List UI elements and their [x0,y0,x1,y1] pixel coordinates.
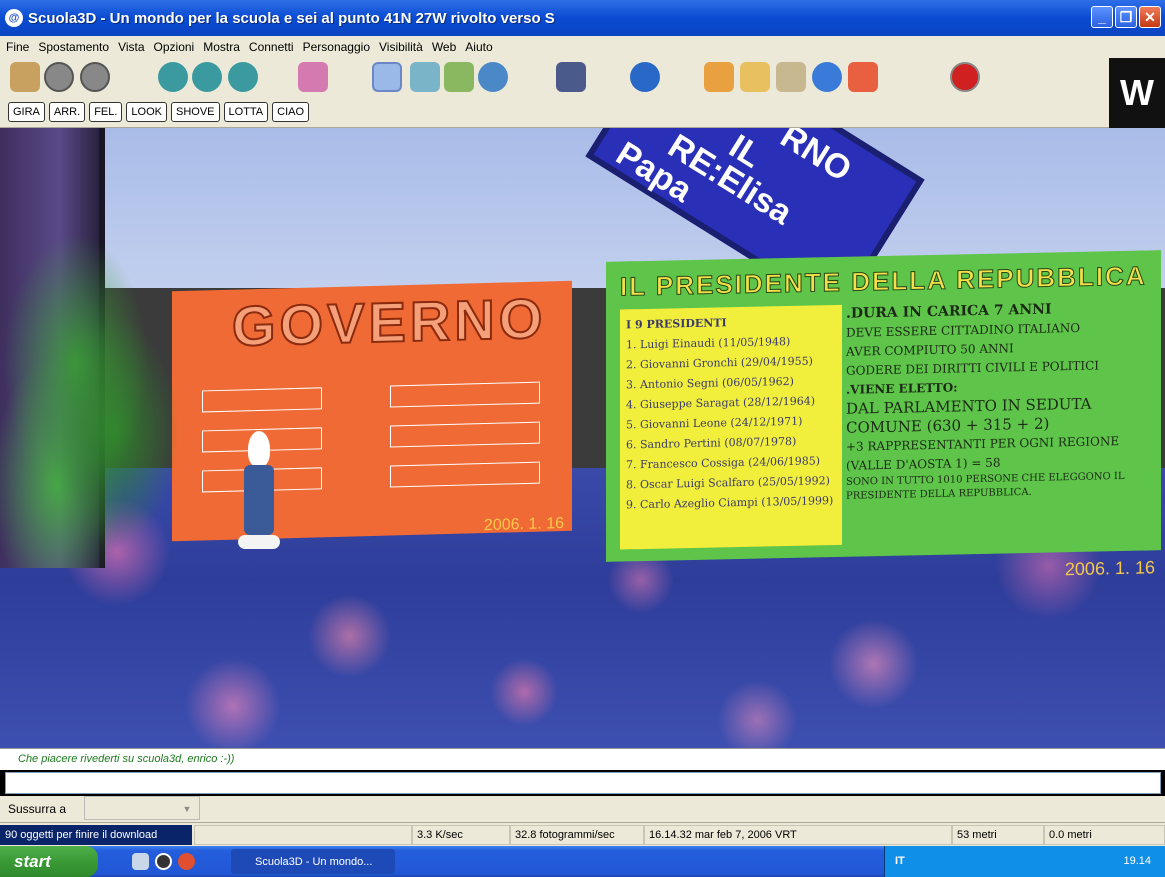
minimize-button[interactable]: _ [1091,6,1113,28]
help-icon[interactable] [848,62,878,92]
people-icon[interactable] [444,62,474,92]
avatar-head [248,431,270,467]
task-label: Scuola3D - Un mondo... [255,855,373,868]
download-status: 90 oggetti per finire il download [0,825,192,845]
clock: 19.14 [1123,855,1151,867]
taskbar: start Scuola3D - Un mondo... IT 19.14 [0,846,1165,877]
language-indicator[interactable]: IT [895,855,905,867]
task-scuola3d[interactable]: Scuola3D - Un mondo... [231,849,395,874]
diagram-box [390,461,540,488]
rabbit-avatar[interactable] [238,431,280,551]
datetime: 16.14.32 mar feb 7, 2006 VRT [644,825,952,845]
eye-icon[interactable] [158,62,188,92]
distance: 53 metri [952,825,1044,845]
altitude: 0.0 metri [1044,825,1165,845]
poster-title: IL PRESIDENTE DELLA REPUBBLICA [620,260,1148,302]
start-button[interactable]: start [0,846,98,877]
avatar-feet [238,535,280,549]
fps: 32.8 fotogrammi/sec [510,825,644,845]
menu-opzioni[interactable]: Opzioni [154,40,195,54]
forward-icon[interactable] [80,62,110,92]
arr-button[interactable]: ARR. [48,102,86,122]
chat-message: Che piacere rivederti su scuola3d, enric… [0,748,1165,770]
presidente-poster: IL PRESIDENTE DELLA REPUBBLICA I 9 PRESI… [606,250,1161,579]
menu-personaggio[interactable]: Personaggio [303,40,370,54]
poster-date: 2006. 1. 16 [483,514,564,535]
window-title: Scuola3D - Un mondo per la scuola e sei … [28,9,555,27]
diagram-box [390,421,540,448]
menu-bar: Fine Spostamento Vista Opzioni Mostra Co… [0,36,1165,58]
status-bar: 90 oggetti per finire il download 3.3 K/… [0,822,1165,846]
start-label: start [14,851,51,871]
poster-date: 2006. 1. 16 [1064,557,1155,580]
mail-icon[interactable] [740,62,770,92]
tools-icon[interactable] [704,62,734,92]
fel-button[interactable]: FEL. [89,102,123,122]
eye2-icon[interactable] [192,62,222,92]
home-icon[interactable] [10,62,40,92]
menu-fine[interactable]: Fine [6,40,29,54]
governo-poster: GOVERNO 2006. 1. 16 [172,280,572,542]
map-icon[interactable] [776,62,806,92]
look-button[interactable]: LOOK [126,102,167,122]
menu-vista[interactable]: Vista [118,40,144,54]
avatar-icon[interactable] [298,62,328,92]
title-bar: @ Scuola3D - Un mondo per la scuola e se… [0,0,1165,36]
toolbar: W GIRA ARR. FEL. LOOK SHOVE LOTTA CIAO [0,58,1165,128]
menu-mostra[interactable]: Mostra [203,40,240,54]
menu-web[interactable]: Web [432,40,456,54]
sign-line: RNO [773,128,859,190]
3d-world-icon: @ [5,9,23,27]
desktop-icon[interactable] [132,853,149,870]
avatar-body [244,465,274,535]
3d-viewport[interactable]: RNO IL RE:Elisa Papa GOVERNO 2006. 1. 16… [0,128,1165,748]
diagram-box [202,387,322,413]
chat-input[interactable] [5,772,1161,794]
app-icon[interactable] [155,853,172,870]
eye3-icon[interactable] [228,62,258,92]
person-icon[interactable] [372,62,402,92]
chevron-down-icon[interactable]: ▼ [179,801,195,817]
pin-icon[interactable] [410,62,440,92]
browser-icon[interactable] [630,62,660,92]
menu-visibilita[interactable]: Visibilità [379,40,423,54]
stop-icon[interactable] [950,62,980,92]
plant [0,228,190,568]
president-info: .DURA IN CARICA 7 ANNI DEVE ESSERE CITTA… [846,298,1156,503]
users-icon[interactable] [478,62,508,92]
info-line: SONO IN TUTTO 1010 PERSONE CHE ELEGGONO … [846,470,1125,502]
status-cell-empty [194,825,412,845]
menu-connetti[interactable]: Connetti [249,40,294,54]
diagram-box [390,381,540,408]
presidents-list: I 9 PRESIDENTI 1. Luigi Einaudi (11/05/1… [620,304,842,550]
brand-logo: W [1109,58,1165,128]
command-row: GIRA ARR. FEL. LOOK SHOVE LOTTA CIAO [8,102,310,122]
system-tray: IT 19.14 [884,846,1165,877]
back-icon[interactable] [44,62,74,92]
shove-button[interactable]: SHOVE [171,102,220,122]
maximize-button[interactable]: ❐ [1115,6,1137,28]
menu-spostamento[interactable]: Spostamento [38,40,109,54]
ciao-button[interactable]: CIAO [272,102,310,122]
lotta-button[interactable]: LOTTA [223,102,269,122]
globe-icon[interactable] [812,62,842,92]
whisper-dropdown[interactable]: ▼ [84,796,200,820]
menu-aiuto[interactable]: Aiuto [465,40,492,54]
chat-icon[interactable] [556,62,586,92]
player-icon[interactable] [178,853,195,870]
gira-button[interactable]: GIRA [8,102,45,122]
whisper-row: Sussurra a ▼ [0,796,1165,822]
whisper-label: Sussurra a [8,802,67,816]
poster-title: GOVERNO [231,285,547,358]
list-item: 9. Carlo Azeglio Ciampi (13/05/1999) [626,494,834,512]
close-button[interactable]: ✕ [1139,6,1161,28]
transfer-rate: 3.3 K/sec [412,825,510,845]
